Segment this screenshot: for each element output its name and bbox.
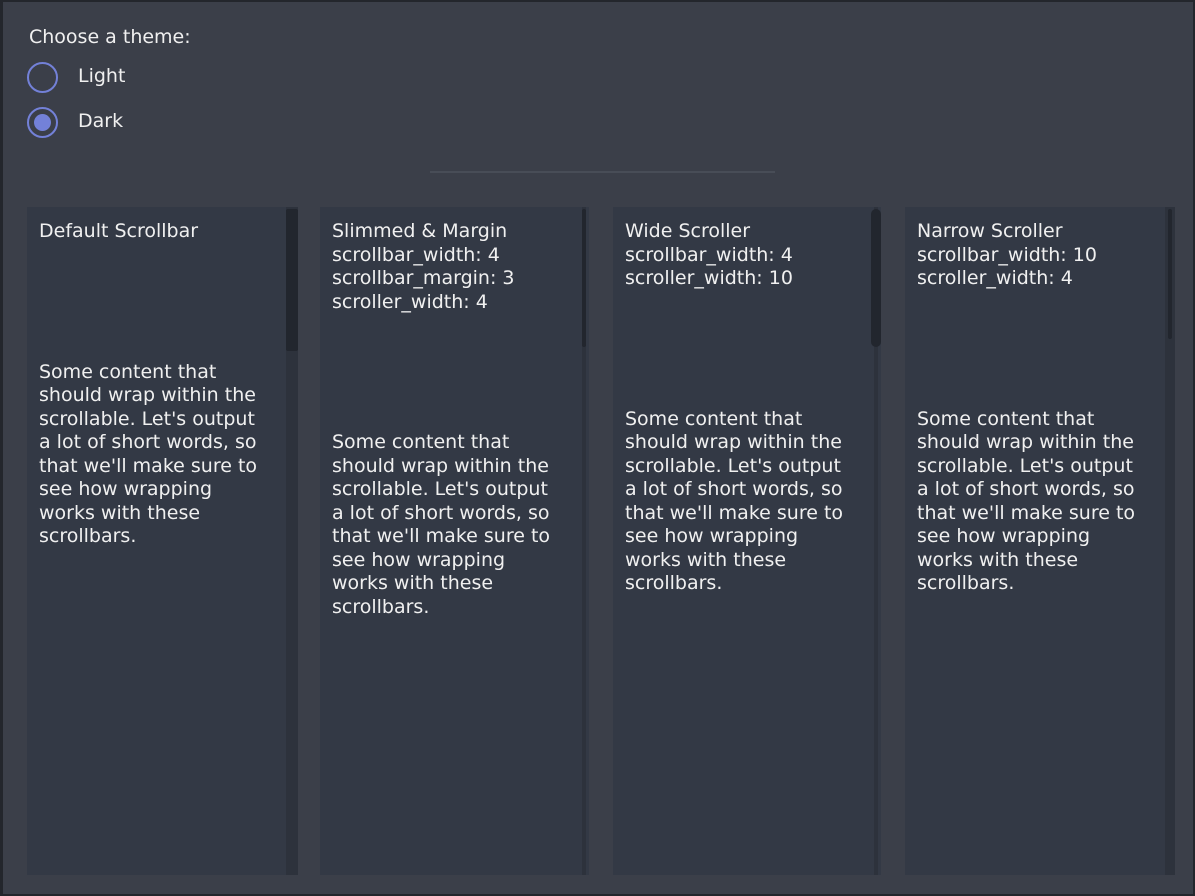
panel-content: Some content that should wrap within the… <box>332 431 585 619</box>
theme-chooser-label: Choose a theme: <box>29 26 191 50</box>
scrollbar-thumb[interactable] <box>286 209 298 351</box>
radio-label-light: Light <box>78 65 125 89</box>
panel-params: scrollbar_width: 4 scrollbar_margin: 3 s… <box>332 244 585 315</box>
panel-title: Wide Scroller <box>625 220 878 244</box>
panel-title: Narrow Scroller <box>917 220 1170 244</box>
panel-text: Wide Scroller scrollbar_width: 4 scrolle… <box>613 207 878 596</box>
scrollable-panel-wide-scroller[interactable]: Wide Scroller scrollbar_width: 4 scrolle… <box>613 207 881 875</box>
panel-content: Some content that should wrap within the… <box>917 408 1170 596</box>
panel-params: scrollbar_width: 10 scroller_width: 4 <box>917 244 1170 291</box>
scrollbar-thumb[interactable] <box>1168 209 1172 339</box>
radio-dot-icon <box>34 114 51 131</box>
scrollable-panel-narrow-scroller[interactable]: Narrow Scroller scrollbar_width: 10 scro… <box>905 207 1175 875</box>
radio-label-dark: Dark <box>78 110 123 134</box>
panel-params: scrollbar_width: 4 scroller_width: 10 <box>625 244 878 291</box>
scrollable-panel-default[interactable]: Default Scrollbar Some content that shou… <box>27 207 298 875</box>
panel-title: Slimmed & Margin <box>332 220 585 244</box>
panel-text: Default Scrollbar Some content that shou… <box>27 207 292 549</box>
radio-circle-icon <box>27 107 58 138</box>
panel-text: Slimmed & Margin scrollbar_width: 4 scro… <box>320 207 585 619</box>
scrollable-panel-slimmed-margin[interactable]: Slimmed & Margin scrollbar_width: 4 scro… <box>320 207 589 875</box>
radio-option-dark[interactable]: Dark <box>27 106 123 138</box>
radio-option-light[interactable]: Light <box>27 61 125 93</box>
scrollbar-thumb[interactable] <box>871 209 881 347</box>
radio-circle-icon <box>27 62 58 93</box>
panel-text: Narrow Scroller scrollbar_width: 10 scro… <box>905 207 1170 596</box>
scrollbar-thumb[interactable] <box>582 209 586 347</box>
panel-content: Some content that should wrap within the… <box>39 361 292 549</box>
panel-title: Default Scrollbar <box>39 220 292 244</box>
divider <box>430 171 775 173</box>
panel-content: Some content that should wrap within the… <box>625 408 878 596</box>
radio-dot-icon <box>34 69 51 86</box>
